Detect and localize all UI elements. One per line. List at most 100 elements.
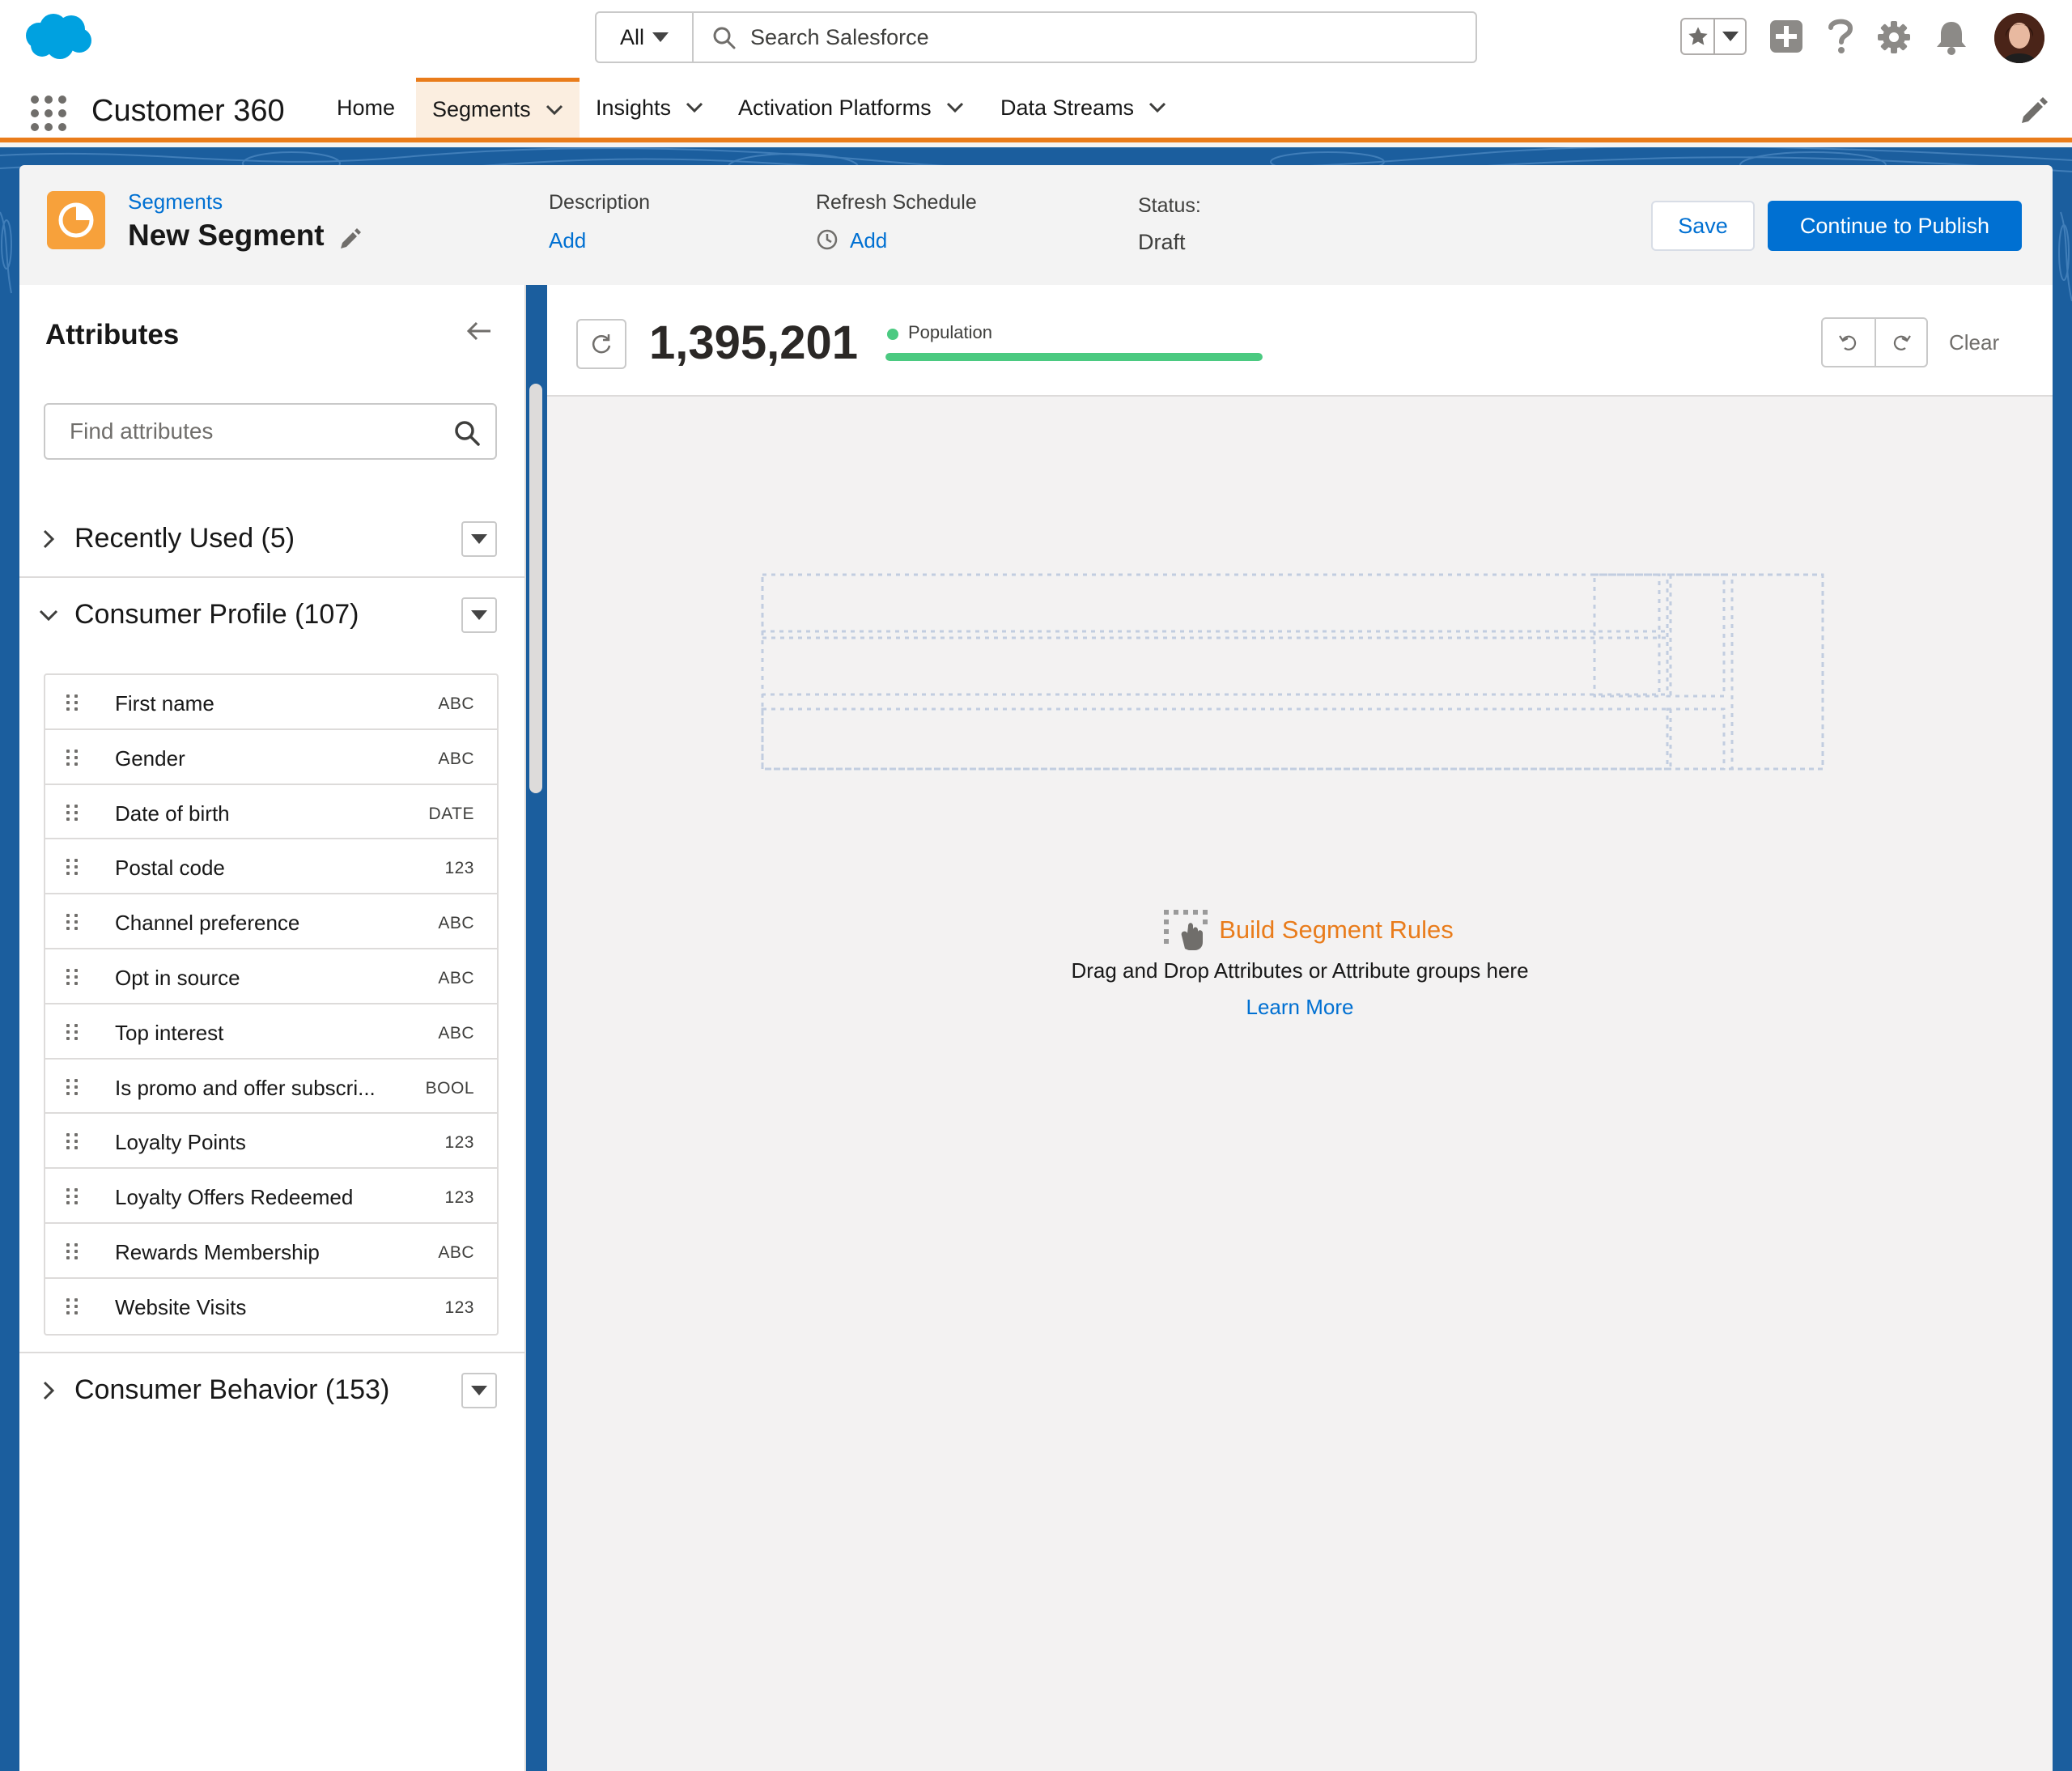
attribute-item[interactable]: Channel preference ABC	[45, 894, 497, 949]
attribute-label: Channel preference	[115, 911, 300, 936]
population-label: Population	[908, 322, 992, 342]
attribute-item[interactable]: First name ABC	[45, 675, 497, 730]
refresh-schedule-add-link[interactable]: Add	[850, 228, 887, 253]
breadcrumb[interactable]: Segments	[128, 189, 223, 214]
chevron-down-icon[interactable]	[686, 102, 703, 113]
group-label: Consumer Behavior (153)	[74, 1374, 390, 1405]
app-launcher-icon[interactable]	[31, 96, 66, 131]
user-avatar[interactable]	[1994, 13, 2044, 63]
attribute-type: ABC	[438, 1242, 474, 1262]
page-title: New Segment	[128, 219, 325, 252]
attribute-item[interactable]: Website Visits 123	[45, 1279, 497, 1334]
arrow-left-icon[interactable]	[466, 321, 492, 342]
attribute-item[interactable]: Opt in source ABC	[45, 949, 497, 1004]
attribute-item[interactable]: Is promo and offer subscri... BOOL	[45, 1060, 497, 1115]
global-search: All	[595, 11, 1477, 63]
population-progress-bar	[885, 353, 1263, 361]
refresh-count-button[interactable]	[576, 319, 626, 369]
chevron-down-icon[interactable]	[546, 104, 563, 116]
tab-data-streams[interactable]: Data Streams	[1000, 78, 1166, 138]
search-scope-select[interactable]: All	[597, 13, 694, 62]
drag-handle-icon[interactable]	[66, 1188, 78, 1205]
edit-nav-icon[interactable]	[2019, 97, 2048, 126]
attribute-type: ABC	[438, 968, 474, 987]
notification-bell-icon[interactable]	[1934, 19, 1968, 55]
save-button[interactable]: Save	[1651, 201, 1755, 251]
attribute-type: ABC	[438, 694, 474, 713]
segment-canvas: 1,395,201 Population Clear Build Segment…	[547, 285, 2053, 1771]
drag-handle-icon[interactable]	[66, 804, 78, 821]
favorites-menu-icon[interactable]	[1713, 19, 1745, 53]
tab-home[interactable]: Home	[337, 78, 395, 138]
tab-segments[interactable]: Segments	[416, 78, 580, 138]
star-icon[interactable]	[1682, 19, 1713, 53]
attribute-item[interactable]: Loyalty Points 123	[45, 1114, 497, 1170]
drag-handle-icon[interactable]	[66, 1242, 78, 1259]
attribute-label: Postal code	[115, 856, 225, 881]
group-consumer-profile[interactable]: Consumer Profile (107)	[19, 578, 524, 652]
chevron-right-icon	[43, 1381, 55, 1400]
group-consumer-behavior[interactable]: Consumer Behavior (153)	[19, 1353, 524, 1428]
drag-handle-icon[interactable]	[66, 749, 78, 766]
attribute-type: DATE	[428, 804, 474, 823]
drag-handle-icon[interactable]	[66, 914, 78, 931]
group-menu-button[interactable]	[461, 521, 497, 557]
search-input[interactable]	[750, 13, 1446, 62]
refresh-schedule-label: Refresh Schedule	[816, 191, 977, 214]
attribute-label: Website Visits	[115, 1294, 247, 1319]
drag-handle-icon[interactable]	[66, 1078, 78, 1095]
attribute-item[interactable]: Loyalty Offers Redeemed 123	[45, 1169, 497, 1224]
group-menu-button[interactable]	[461, 597, 497, 633]
learn-more-link[interactable]: Learn More	[1246, 995, 1354, 1020]
attribute-label: Rewards Membership	[115, 1239, 320, 1264]
attribute-type: 123	[444, 859, 474, 878]
drag-handle-icon[interactable]	[66, 694, 78, 711]
salesforce-logo[interactable]	[23, 11, 94, 62]
attribute-item[interactable]: Postal code 123	[45, 839, 497, 895]
clear-button[interactable]: Clear	[1949, 330, 1999, 355]
attribute-item[interactable]: Date of birth DATE	[45, 785, 497, 840]
attribute-item[interactable]: Gender ABC	[45, 730, 497, 785]
description-add-link[interactable]: Add	[549, 228, 586, 253]
chevron-down-icon[interactable]	[1149, 102, 1166, 113]
drag-handle-icon[interactable]	[66, 1133, 78, 1150]
tab-activation-platforms[interactable]: Activation Platforms	[738, 78, 964, 138]
drag-handle-icon[interactable]	[66, 859, 78, 876]
attribute-item[interactable]: Top interest ABC	[45, 1004, 497, 1060]
attribute-label: Loyalty Points	[115, 1130, 246, 1155]
group-label: Recently Used (5)	[74, 523, 295, 554]
clock-icon	[817, 229, 838, 250]
status-label: Status:	[1138, 194, 1201, 217]
attribute-item[interactable]: Rewards Membership ABC	[45, 1224, 497, 1279]
help-icon[interactable]	[1826, 16, 1855, 55]
global-add-icon[interactable]	[1769, 19, 1803, 53]
population-bar: 1,395,201 Population Clear	[547, 285, 2053, 397]
group-menu-button[interactable]	[461, 1373, 497, 1408]
sidebar-scrollbar[interactable]	[529, 384, 542, 793]
chevron-down-icon[interactable]	[946, 102, 964, 113]
drag-handle-icon[interactable]	[66, 1297, 78, 1314]
attributes-title: Attributes	[45, 319, 180, 350]
attribute-label: Top interest	[115, 1020, 224, 1045]
drag-handle-icon[interactable]	[66, 968, 78, 985]
chevron-down-icon	[39, 609, 58, 622]
tab-insights[interactable]: Insights	[596, 78, 703, 138]
population-count: 1,395,201	[649, 316, 859, 369]
attribute-type: ABC	[438, 1023, 474, 1043]
search-icon	[455, 421, 480, 446]
gear-icon[interactable]	[1876, 19, 1912, 55]
caret-down-icon	[471, 1386, 487, 1395]
attribute-type: ABC	[438, 749, 474, 768]
group-recently-used[interactable]: Recently Used (5)	[19, 502, 524, 576]
redo-button[interactable]	[1875, 319, 1926, 366]
segment-icon	[47, 191, 105, 249]
pencil-icon[interactable]	[338, 228, 361, 251]
undo-button[interactable]	[1823, 319, 1875, 366]
drag-handle-icon[interactable]	[66, 1023, 78, 1040]
favorites-button[interactable]	[1680, 18, 1747, 55]
continue-to-publish-button[interactable]: Continue to Publish	[1768, 201, 2022, 251]
attribute-type: ABC	[438, 914, 474, 933]
build-rules-description: Drag and Drop Attributes or Attribute gr…	[1071, 958, 1529, 983]
attribute-label: Gender	[115, 745, 185, 771]
find-attributes-input[interactable]	[70, 405, 442, 458]
